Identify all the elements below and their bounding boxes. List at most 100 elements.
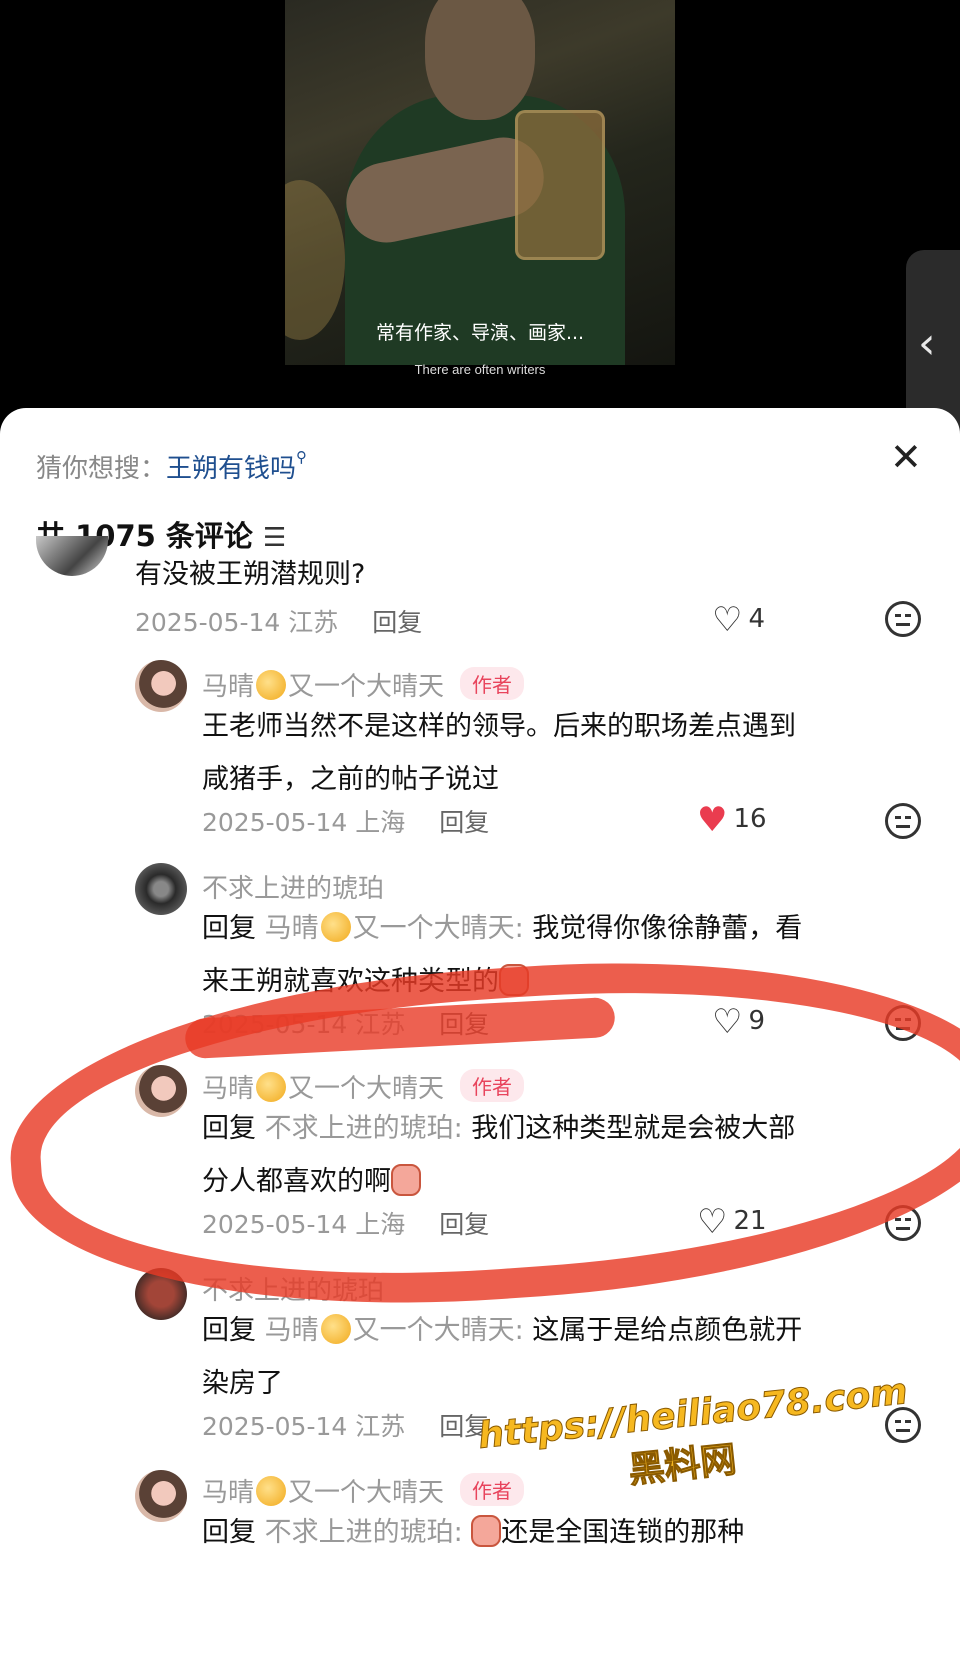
heart-icon: ♡ — [712, 600, 743, 640]
comment-text-line: 回复 不求上进的琥珀: 还是全国连锁的那种 — [202, 1506, 744, 1559]
dislike-icon[interactable] — [885, 1005, 921, 1041]
sticker-emoji-icon — [391, 1164, 421, 1196]
reply-button[interactable]: 回复 — [439, 1210, 489, 1239]
like-button[interactable]: ♡ 4 — [712, 600, 765, 640]
like-count: 21 — [733, 1206, 767, 1236]
comment-text: 有没被王朔潜规则? — [135, 559, 366, 590]
avatar[interactable] — [135, 1470, 187, 1522]
comment-text: 回复 不求上进的琥珀: 还是全国连锁的那种 — [202, 1506, 744, 1559]
like-button[interactable]: ♥ 16 — [697, 800, 767, 840]
comment-meta: 2025-05-14 上海 回复 — [202, 1205, 489, 1241]
sticker-emoji-icon — [499, 964, 529, 996]
author-badge: 作者 — [460, 667, 525, 700]
suggest-query[interactable]: 王朔有钱吗 — [166, 454, 296, 484]
comment-date: 2025-05-14 — [202, 1010, 348, 1039]
mention-user[interactable]: 不求上进的琥珀: — [265, 1113, 463, 1144]
search-icon: ⚲ — [296, 448, 308, 466]
close-icon[interactable]: ✕ — [890, 438, 922, 476]
comment-text-line: 来王朔就喜欢这种类型的 — [202, 955, 802, 1008]
avatar[interactable] — [135, 1065, 187, 1117]
like-count: 4 — [748, 604, 766, 634]
comment-body: 我们这种类型就是会被大部 — [471, 1113, 796, 1144]
comment-date: 2025-05-14 — [202, 1412, 348, 1441]
comment-location: 上海 — [355, 808, 406, 837]
comment-meta: 2025-05-14 上海 回复 — [202, 803, 489, 839]
heart-icon: ♡ — [697, 1202, 728, 1242]
reply-prefix: 回复 — [202, 913, 256, 944]
comment-date: 2025-05-14 — [135, 608, 281, 637]
dislike-icon[interactable] — [885, 1205, 921, 1241]
comment-username[interactable]: 马晴 又一个大晴天 作者 — [202, 1472, 525, 1509]
comment-meta: 2025-05-14 江苏 回复 — [202, 1005, 489, 1041]
reply-prefix: 回复 — [202, 1517, 256, 1548]
mention-user[interactable]: 马晴 又一个大晴天: — [264, 1314, 524, 1346]
video-subtitle-en: There are often writers — [414, 362, 546, 377]
comment-text-line: 咸猪手，之前的帖子说过 — [202, 764, 499, 795]
comment-username[interactable]: 不求上进的琥珀 — [202, 1270, 384, 1307]
reply-button[interactable]: 回复 — [439, 1010, 489, 1039]
comment-text: 王老师当然不是这样的领导。后来的职场差点遇到 咸猪手，之前的帖子说过 — [202, 700, 796, 806]
dislike-icon[interactable] — [885, 1407, 921, 1443]
username-text: 马晴 — [202, 1478, 255, 1508]
username-text: 马晴 — [202, 672, 255, 702]
dislike-icon[interactable] — [885, 803, 921, 839]
comment-body: 还是全国连锁的那种 — [501, 1517, 745, 1548]
comment-username[interactable]: 马晴 又一个大晴天 作者 — [202, 1068, 525, 1105]
sun-emoji-icon — [256, 1072, 287, 1102]
author-badge: 作者 — [460, 1069, 525, 1102]
comment-body: 我觉得你像徐静蕾，看 — [532, 913, 803, 944]
comment-text-line: 染房了 — [202, 1368, 283, 1399]
reply-prefix: 回复 — [202, 1315, 256, 1346]
mention-suffix: 又一个大晴天: — [352, 1315, 524, 1346]
mention-user[interactable]: 不求上进的琥珀: — [265, 1517, 463, 1548]
comment-text-line: 分人都喜欢的啊 — [202, 1155, 795, 1208]
username-suffix: 又一个大晴天 — [288, 1074, 445, 1104]
reply-button[interactable]: 回复 — [372, 608, 422, 637]
comment-date: 2025-05-14 — [202, 808, 348, 837]
comment-sheet: 猜你想搜：王朔有钱吗⚲ ✕ 共 1075 条评论 ☰ 有没被王朔潜规则? 202… — [0, 408, 960, 1679]
video-bg-light — [285, 180, 345, 340]
sun-emoji-icon — [256, 1476, 287, 1506]
mention-name: 马晴 — [264, 913, 319, 944]
video-beer-mug — [515, 110, 605, 260]
comment-text: 回复 不求上进的琥珀: 我们这种类型就是会被大部 分人都喜欢的啊 — [202, 1102, 795, 1208]
video-frame[interactable] — [285, 0, 675, 365]
like-count: 9 — [748, 1006, 766, 1036]
avatar[interactable] — [36, 536, 108, 576]
video-subtitle-zh: 常有作家、导演、画家... — [375, 322, 585, 344]
mention-user[interactable]: 马晴 又一个大晴天: — [264, 912, 524, 944]
comment-location: 江苏 — [288, 608, 339, 637]
comment-location: 江苏 — [355, 1412, 406, 1441]
reply-button[interactable]: 回复 — [439, 808, 489, 837]
comment-location: 上海 — [355, 1210, 406, 1239]
comment-username[interactable]: 不求上进的琥珀 — [202, 868, 384, 905]
video-player[interactable]: 常有作家、导演、画家... There are often writers — [0, 0, 960, 420]
mention-suffix: 又一个大晴天: — [352, 913, 524, 944]
avatar[interactable] — [135, 660, 187, 712]
chevron-left-icon: ‹ — [918, 318, 936, 369]
dislike-icon[interactable] — [885, 601, 921, 637]
like-button[interactable]: ♡ 21 — [697, 1202, 767, 1242]
mention-name: 马晴 — [264, 1315, 319, 1346]
sticker-emoji-icon — [471, 1515, 502, 1547]
author-badge: 作者 — [460, 1473, 525, 1506]
username-suffix: 又一个大晴天 — [288, 672, 445, 702]
video-person-head — [425, 0, 535, 120]
username-suffix: 又一个大晴天 — [288, 1478, 445, 1508]
comment-text: 回复 马晴 又一个大晴天: 这属于是给点颜色就开 染房了 — [202, 1304, 802, 1410]
username-text: 马晴 — [202, 1074, 255, 1104]
comment-body: 来王朔就喜欢这种类型的 — [202, 966, 499, 997]
comment-text-line: 回复 不求上进的琥珀: 我们这种类型就是会被大部 — [202, 1102, 795, 1155]
reply-button[interactable]: 回复 — [439, 1412, 489, 1441]
avatar[interactable] — [135, 1268, 187, 1320]
comment-text-line: 回复 马晴 又一个大晴天: 我觉得你像徐静蕾，看 — [202, 902, 802, 955]
comment-username[interactable]: 马晴 又一个大晴天 作者 — [202, 666, 525, 703]
reply-prefix: 回复 — [202, 1113, 256, 1144]
search-suggestion[interactable]: 猜你想搜：王朔有钱吗⚲ — [36, 448, 307, 485]
like-button[interactable]: ♡ 9 — [712, 1002, 765, 1042]
comment-body: 这属于是给点颜色就开 — [532, 1315, 803, 1346]
comment-location: 江苏 — [355, 1010, 406, 1039]
sun-emoji-icon — [256, 670, 287, 700]
avatar[interactable] — [135, 863, 187, 915]
suggest-label: 猜你想搜： — [36, 454, 167, 484]
